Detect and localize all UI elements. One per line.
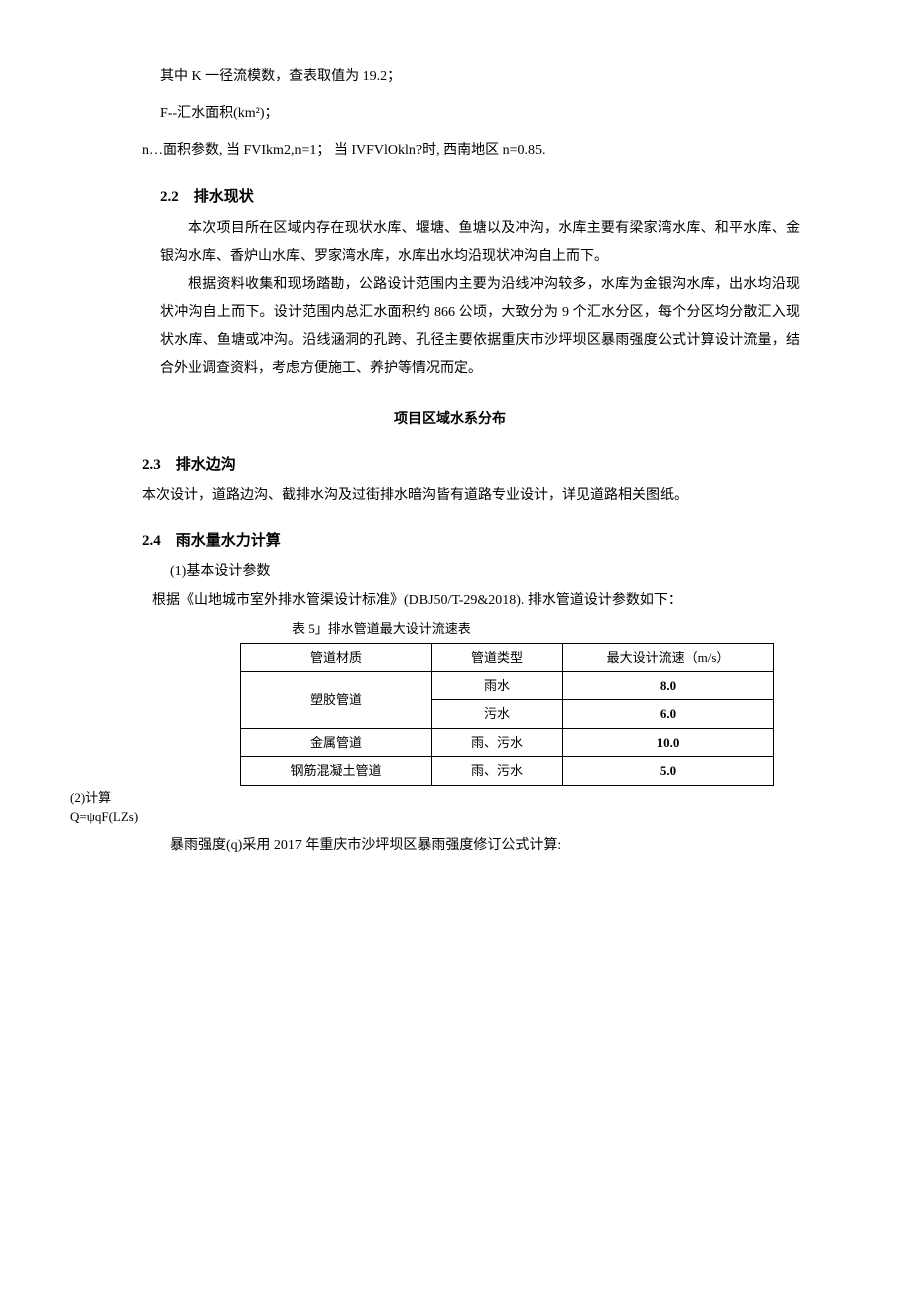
table-cell-type: 雨、污水 bbox=[432, 757, 563, 785]
table-cell-value: 10.0 bbox=[563, 728, 774, 756]
sub-item-2-formula: Q=ψqF(LZs) bbox=[70, 807, 800, 827]
section-2-3-heading: 2.3 排水边沟 bbox=[142, 452, 800, 479]
pre-line-1: 其中 K 一径流模数，查表取值为 19.2； bbox=[160, 64, 800, 89]
mid-title: 项目区域水系分布 bbox=[100, 407, 800, 432]
section-2-4-para-1: 根据《山地城市室外排水管渠设计标准》(DBJ50/T-29&2018). 排水管… bbox=[142, 588, 800, 613]
sub-item-2-label: (2)计算 bbox=[70, 788, 800, 808]
table-caption: 表 5」排水管道最大设计流速表 bbox=[292, 617, 800, 640]
table-cell-material: 金属管道 bbox=[241, 728, 432, 756]
table-cell-value: 6.0 bbox=[563, 700, 774, 728]
section-2-3-para-1: 本次设计，道路边沟、截排水沟及过街排水暗沟皆有道路专业设计，详见道路相关图纸。 bbox=[142, 483, 800, 508]
section-2-2-heading: 2.2 排水现状 bbox=[160, 184, 800, 211]
table-cell-value: 5.0 bbox=[563, 757, 774, 785]
pre-line-2: F--汇水面积(km²)； bbox=[160, 101, 800, 126]
section-2-4-heading: 2.4 雨水量水力计算 bbox=[142, 528, 800, 555]
table-cell-material: 钢筋混凝土管道 bbox=[241, 757, 432, 785]
flow-velocity-table: 管道材质 管道类型 最大设计流速（m/s） 塑胶管道 雨水 8.0 污水 6.0… bbox=[240, 643, 774, 786]
table-cell-type: 雨水 bbox=[432, 672, 563, 700]
section-2-4-para-2: 暴雨强度(q)采用 2017 年重庆市沙坪坝区暴雨强度修订公式计算: bbox=[100, 833, 800, 858]
table-row: 金属管道 雨、污水 10.0 bbox=[241, 728, 774, 756]
table-header-3: 最大设计流速（m/s） bbox=[563, 643, 774, 671]
pre-line-3: n…面积参数, 当 FVIkm2,n=1； 当 IVFVlOkln?时, 西南地… bbox=[100, 138, 800, 163]
table-row: 塑胶管道 雨水 8.0 bbox=[241, 672, 774, 700]
sub-item-1: (1)基本设计参数 bbox=[142, 559, 800, 584]
table-cell-value: 8.0 bbox=[563, 672, 774, 700]
section-2-2-para-2: 根据资料收集和现场踏勘，公路设计范围内主要为沿线冲沟较多，水库为金银沟水库，出水… bbox=[160, 271, 800, 383]
table-cell-type: 雨、污水 bbox=[432, 728, 563, 756]
table-header-1: 管道材质 bbox=[241, 643, 432, 671]
table-header-2: 管道类型 bbox=[432, 643, 563, 671]
table-cell-type: 污水 bbox=[432, 700, 563, 728]
table-row: 钢筋混凝土管道 雨、污水 5.0 bbox=[241, 757, 774, 785]
section-2-2-para-1: 本次项目所在区域内存在现状水库、堰塘、鱼塘以及冲沟，水库主要有梁家湾水库、和平水… bbox=[160, 215, 800, 271]
table-header-row: 管道材质 管道类型 最大设计流速（m/s） bbox=[241, 643, 774, 671]
table-cell-material: 塑胶管道 bbox=[241, 672, 432, 729]
